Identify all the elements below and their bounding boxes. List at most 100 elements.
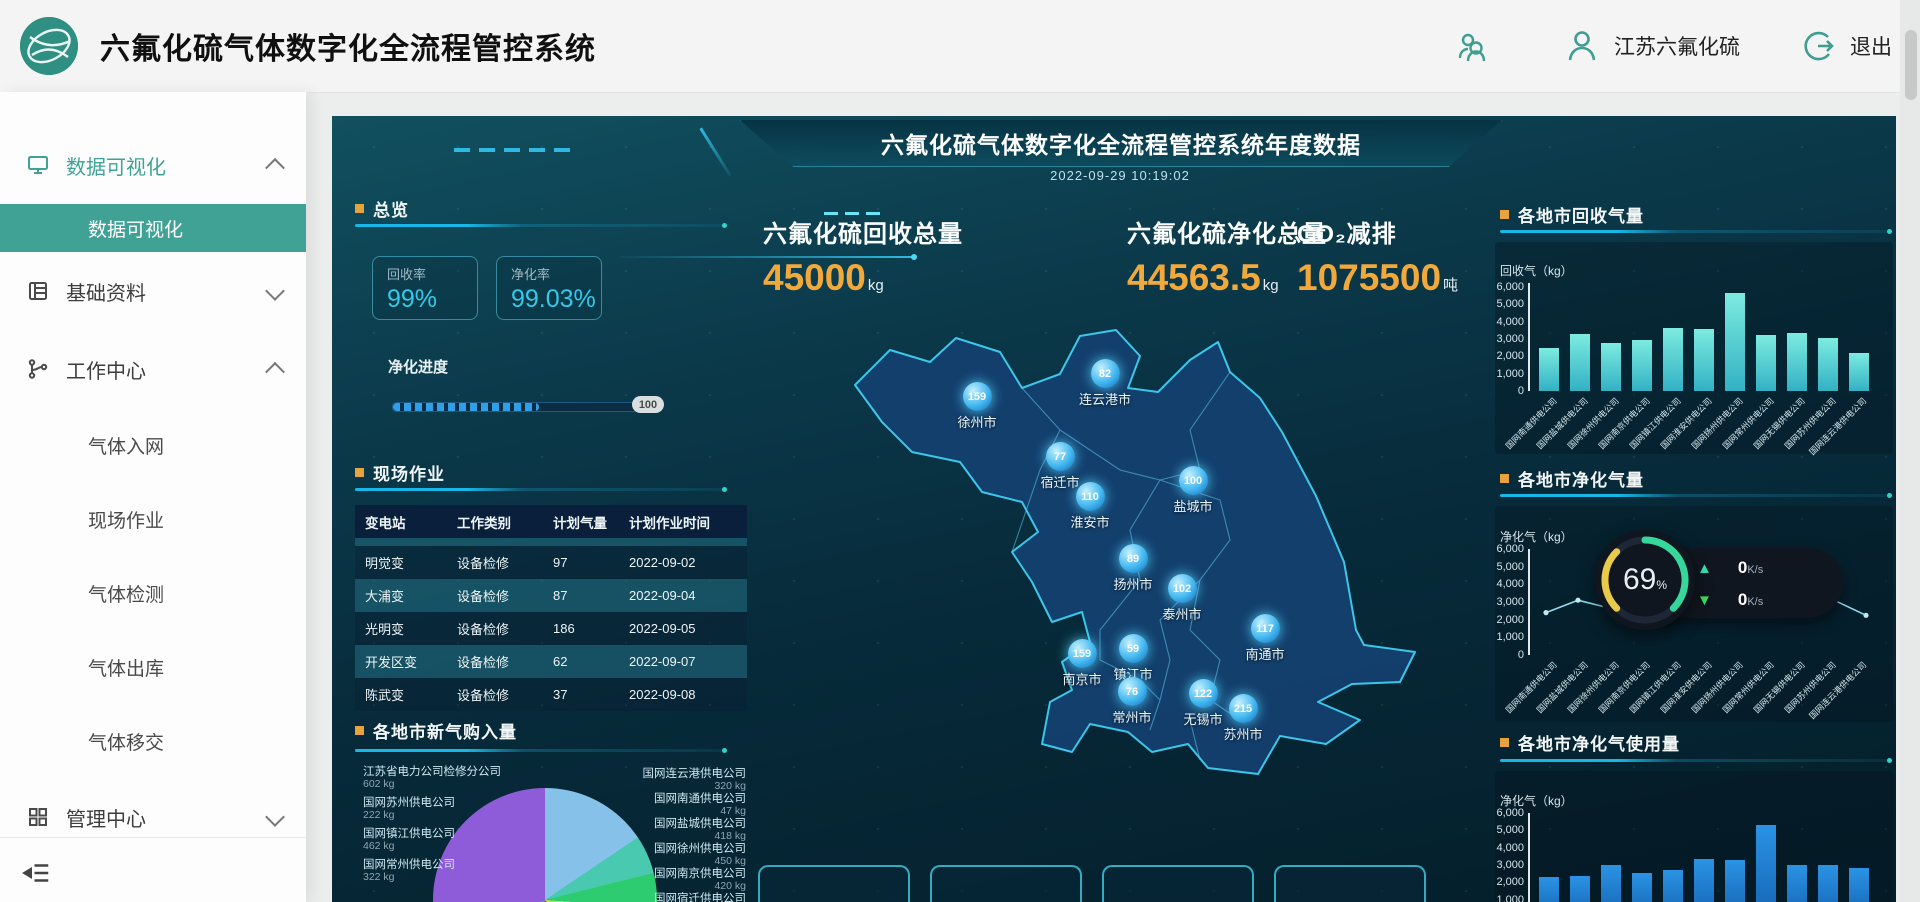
y-axis-ticks: 6,0005,0004,0003,0002,0001,0000 — [1484, 813, 1524, 902]
map-city-marker[interactable]: 117南通市 — [1220, 614, 1310, 663]
table-column-header: 工作类别 — [457, 512, 553, 532]
city-value-bubble[interactable]: 89 — [1119, 544, 1148, 573]
table-row: 杨庄变设备检修642022-09-01 — [355, 538, 747, 546]
map-city-marker[interactable]: 102泰州市 — [1137, 574, 1227, 623]
legend-value: 450 kg — [582, 856, 746, 868]
legend-name: 国网宿迁供电公司 — [582, 893, 746, 902]
city-value-bubble[interactable]: 76 — [1118, 677, 1147, 706]
table-cell: 97 — [553, 555, 629, 570]
table-cell: 设备检修 — [457, 652, 553, 671]
city-value-bubble[interactable]: 77 — [1046, 442, 1075, 471]
map-city-marker[interactable]: 215苏州市 — [1198, 694, 1288, 743]
y-axis-ticks: 6,0005,0004,0003,0002,0001,0000 — [1484, 549, 1524, 655]
users-icon[interactable] — [1454, 28, 1490, 64]
section-underline — [1500, 494, 1892, 497]
usage-bars — [1528, 813, 1880, 902]
dashboard-timestamp: 2022-09-29 10:19:02 — [740, 168, 1500, 183]
bar — [1663, 870, 1683, 902]
up-rate-unit: K/s — [1747, 564, 1763, 576]
city-value-bubble[interactable]: 59 — [1119, 634, 1148, 663]
y-tick: 1,000 — [1496, 631, 1524, 643]
bottom-kpi-box — [1274, 865, 1426, 902]
table-cell: 设备检修 — [457, 685, 553, 704]
y-tick: 3,000 — [1496, 333, 1524, 345]
table-header-row: 变电站工作类别计划气量计划作业时间 — [355, 505, 747, 538]
pie-legend-entry: 国网宿迁供电公司 — [582, 893, 746, 902]
sidebar-subitem[interactable]: 气体出库 — [0, 630, 306, 704]
chevron-up-icon — [265, 362, 285, 382]
bar — [1725, 860, 1745, 902]
y-tick: 6,000 — [1496, 543, 1524, 555]
map-city-marker[interactable]: 110淮安市 — [1045, 482, 1135, 531]
y-tick: 6,000 — [1496, 281, 1524, 293]
bottom-kpi-box — [1102, 865, 1254, 902]
y-tick: 6,000 — [1496, 807, 1524, 819]
map-city-marker[interactable]: 82连云港市 — [1060, 359, 1150, 408]
sidebar-item-2[interactable]: 基础资料 — [0, 252, 306, 330]
logout-icon[interactable] — [1800, 28, 1836, 64]
table-cell: 62 — [553, 654, 629, 669]
y-tick: 1,000 — [1496, 894, 1524, 902]
city-value-bubble[interactable]: 100 — [1179, 466, 1208, 495]
city-value-bubble[interactable]: 117 — [1251, 614, 1280, 643]
city-value-bubble[interactable]: 159 — [963, 382, 992, 411]
table-column-header: 计划作业时间 — [629, 512, 737, 532]
table-cell: 2022-09-05 — [629, 621, 737, 636]
table-cell: 开发区变 — [365, 652, 457, 671]
section-overview-header: 总览 — [355, 196, 409, 221]
scrollbar-thumb[interactable] — [1905, 30, 1917, 100]
chevron-up-icon — [265, 158, 285, 178]
table-cell: 37 — [553, 687, 629, 702]
sidebar-subitem[interactable]: 现场作业 — [0, 482, 306, 556]
jiangsu-map: 159徐州市82连云港市77宿迁市110淮安市100盐城市89扬州市102泰州市… — [760, 300, 1480, 860]
branch-icon — [26, 357, 50, 381]
city-value-bubble[interactable]: 102 — [1168, 574, 1197, 603]
sidebar-item-3[interactable]: 工作中心 — [0, 330, 306, 408]
city-name: 盐城市 — [1148, 496, 1238, 515]
user-avatar-icon[interactable] — [1564, 28, 1600, 64]
pie-legend-entry: 国网盐城供电公司418 kg — [582, 818, 746, 843]
city-value-bubble[interactable]: 82 — [1091, 359, 1120, 388]
bar — [1756, 335, 1776, 391]
table-cell: 186 — [553, 621, 629, 636]
collapse-sidebar-icon[interactable] — [22, 858, 52, 888]
page-scrollbar[interactable] — [1900, 0, 1920, 902]
legend-value: 418 kg — [582, 831, 746, 843]
table-cell: 明觉变 — [365, 553, 457, 572]
banner: 六氟化硫气体数字化全流程管控系统年度数据 — [740, 120, 1502, 167]
y-tick: 3,000 — [1496, 859, 1524, 871]
bar — [1756, 825, 1776, 902]
logout-button[interactable]: 退出 — [1850, 31, 1892, 61]
bar — [1539, 877, 1559, 902]
gauge-percent: 69 — [1623, 563, 1656, 597]
banner-slash-decor — [699, 127, 731, 176]
table-cell: 光明变 — [365, 619, 457, 638]
map-city-marker[interactable]: 159徐州市 — [932, 382, 1022, 431]
city-value-bubble[interactable]: 110 — [1076, 482, 1105, 511]
y-tick: 5,000 — [1496, 298, 1524, 310]
bar — [1632, 340, 1652, 391]
legend-value: 420 kg — [582, 881, 746, 893]
bar — [1570, 876, 1590, 902]
map-city-marker[interactable]: 59镇江市 — [1088, 634, 1178, 683]
y-tick: 3,000 — [1496, 596, 1524, 608]
sidebar-item-1[interactable]: 数据可视化 — [0, 126, 306, 204]
legend-value: 602 kg — [363, 779, 501, 791]
pie-legend-entry: 国网南通供电公司47 kg — [582, 793, 746, 818]
city-name: 徐州市 — [932, 412, 1022, 431]
x-axis-label: 国网连云港供电公司 — [1847, 395, 1867, 485]
city-value-bubble[interactable]: 215 — [1229, 694, 1258, 723]
sidebar-subitem[interactable]: 数据可视化 — [0, 204, 306, 252]
table-cell: 设备检修 — [457, 553, 553, 572]
sidebar-subitem[interactable]: 气体移交 — [0, 704, 306, 778]
legend-value: 222 kg — [363, 810, 501, 822]
sidebar-subitem[interactable]: 气体检测 — [0, 556, 306, 630]
pie-legend-entry: 国网南京供电公司420 kg — [582, 868, 746, 893]
bar — [1539, 348, 1559, 391]
purify-progress-bar — [392, 402, 646, 412]
sidebar-item-4[interactable]: 管理中心 — [0, 778, 306, 856]
sidebar-subitem[interactable]: 气体入网 — [0, 408, 306, 482]
map-city-marker[interactable]: 100盐城市 — [1148, 466, 1238, 515]
site-work-table: 变电站工作类别计划气量计划作业时间 杨庄变设备检修642022-09-01 明觉变… — [355, 505, 747, 711]
bar — [1663, 328, 1683, 391]
